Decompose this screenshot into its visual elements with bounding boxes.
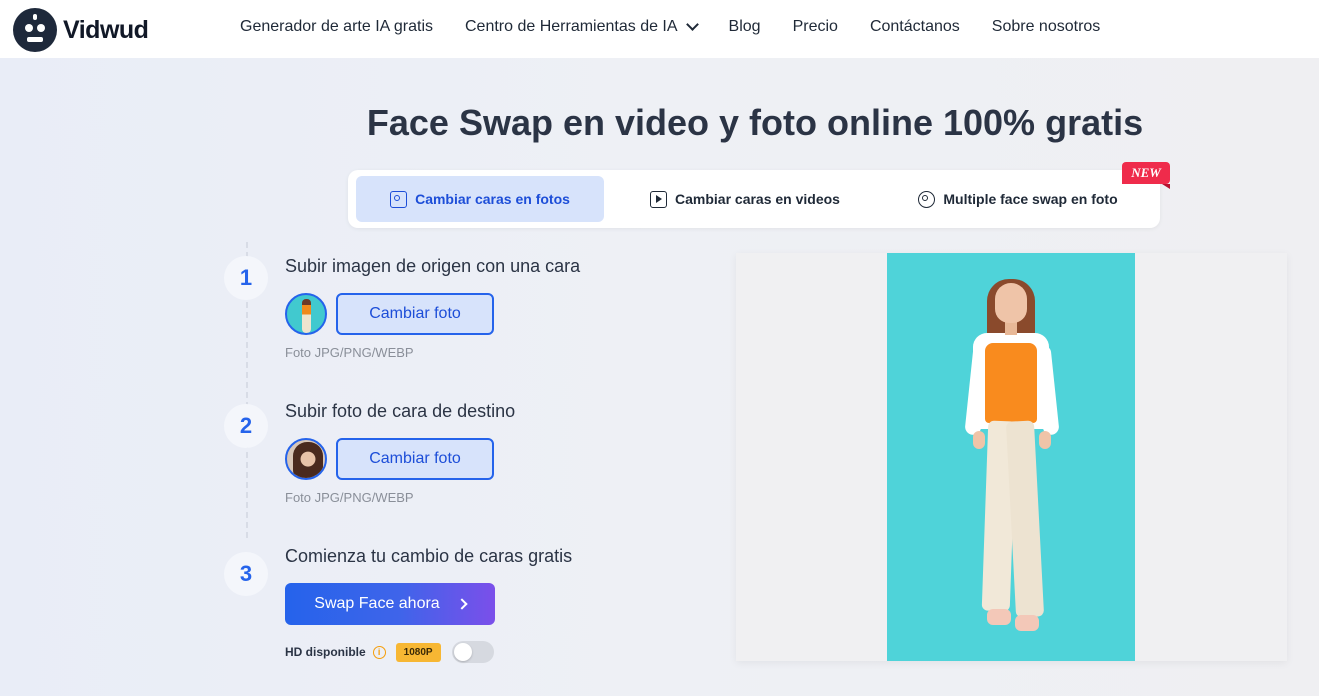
nav-item-ai-tools[interactable]: Centro de Herramientas de IA	[465, 18, 699, 36]
resolution-badge: 1080P	[395, 642, 441, 662]
step-title: Subir imagen de origen con una cara	[285, 256, 581, 276]
source-image-thumbnail[interactable]	[285, 293, 327, 335]
multi-face-icon	[918, 190, 936, 208]
mode-tabs: Cambiar caras en fotos Cambiar caras en …	[348, 162, 1170, 228]
nav-label: Contáctanos	[869, 18, 960, 35]
tab-multiple-face-swap[interactable]: Multiple face swap en foto	[888, 176, 1148, 222]
hd-option: HD disponible i 1080P	[285, 641, 494, 663]
preview-panel	[736, 253, 1287, 661]
logo[interactable]: Vidwud	[13, 8, 149, 52]
nav-item-contact[interactable]: Contáctanos	[870, 18, 960, 36]
swap-face-now-button[interactable]: Swap Face ahora	[285, 583, 495, 625]
file-format-hint: Foto JPG/PNG/WEBP	[285, 345, 414, 360]
hd-toggle[interactable]	[451, 641, 494, 663]
info-icon[interactable]: i	[372, 645, 386, 659]
nav-label: Generador de arte IA gratis	[240, 18, 433, 35]
tab-label: Cambiar caras en videos	[675, 191, 840, 207]
nav-label: Centro de Herramientas de IA	[465, 18, 678, 35]
image-icon	[390, 190, 408, 208]
step-number: 1	[224, 256, 268, 300]
main-nav: Generador de arte IA gratis Centro de He…	[240, 18, 1100, 36]
step-title: Comienza tu cambio de caras gratis	[285, 546, 573, 566]
nav-label: Precio	[792, 18, 838, 35]
chevron-down-icon	[685, 18, 699, 31]
tab-label: Multiple face swap en foto	[943, 191, 1118, 207]
robot-logo-icon	[13, 8, 57, 52]
step-number: 3	[224, 552, 268, 596]
change-target-photo-button[interactable]: Cambiar foto	[336, 438, 494, 480]
nav-item-ai-art[interactable]: Generador de arte IA gratis	[240, 18, 433, 36]
tab-label: Cambiar caras en fotos	[415, 191, 570, 207]
tab-video-swap[interactable]: Cambiar caras en videos	[630, 176, 860, 222]
nav-label: Blog	[728, 18, 761, 35]
nav-item-blog[interactable]: Blog	[729, 18, 761, 36]
preview-image	[887, 253, 1135, 661]
step-title: Subir foto de cara de destino	[285, 401, 516, 421]
chevron-right-icon	[456, 598, 468, 610]
toggle-knob	[453, 643, 472, 661]
nav-item-about[interactable]: Sobre nosotros	[992, 18, 1101, 36]
new-badge: NEW	[1122, 162, 1170, 189]
target-face-thumbnail[interactable]	[285, 438, 327, 480]
page-title: Face Swap en video y foto online 100% gr…	[366, 102, 1144, 143]
change-source-photo-button[interactable]: Cambiar foto	[336, 293, 494, 335]
nav-item-pricing[interactable]: Precio	[793, 18, 838, 36]
button-label: Swap Face ahora	[314, 595, 440, 612]
site-header: Vidwud Generador de arte IA gratis Centr…	[0, 0, 1319, 58]
play-icon	[650, 190, 667, 208]
nav-label: Sobre nosotros	[991, 18, 1101, 35]
step-number: 2	[224, 404, 268, 448]
hd-label: HD disponible	[285, 645, 366, 659]
tab-photo-swap[interactable]: Cambiar caras en fotos	[356, 176, 604, 222]
brand-name: Vidwud	[63, 15, 149, 44]
file-format-hint: Foto JPG/PNG/WEBP	[285, 490, 414, 505]
